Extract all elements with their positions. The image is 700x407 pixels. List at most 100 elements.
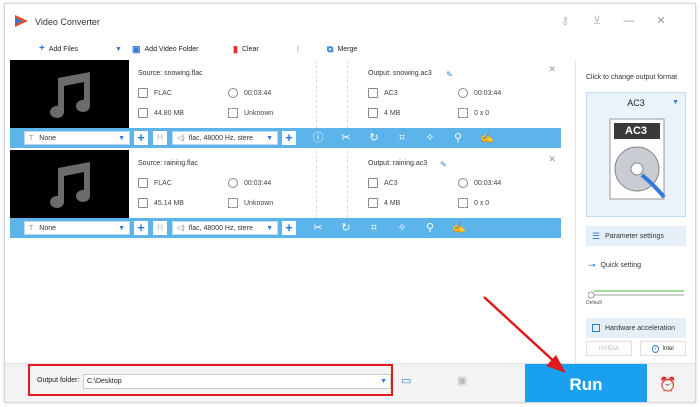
- output-resolution-value: 0 x 0: [474, 109, 490, 117]
- key-icon[interactable]: ⚷: [559, 15, 571, 27]
- add-subtitle-button[interactable]: +: [134, 131, 148, 145]
- edit-name-icon[interactable]: ✎: [446, 70, 455, 79]
- convert-divider: [347, 60, 348, 128]
- app-title: Video Converter: [35, 17, 100, 27]
- add-files-button[interactable]: + Add Files: [39, 43, 78, 55]
- chevron-down-icon: ▼: [672, 99, 679, 106]
- app-logo-icon: [15, 15, 28, 27]
- output-name: Output: raining.ac3: [368, 160, 428, 167]
- audio-track-select[interactable]: ◁) flac, 48000 Hz, stere ▼: [172, 221, 278, 235]
- hardware-acceleration-toggle[interactable]: Hardware acceleration: [586, 318, 686, 338]
- intel-label: Intel: [662, 345, 674, 352]
- alarm-clock-icon[interactable]: ⏰: [659, 376, 676, 392]
- format-icon: [368, 88, 378, 98]
- parameter-settings-button[interactable]: ☰ Parameter settings: [586, 226, 686, 246]
- nvidia-option[interactable]: NVIDIA: [586, 341, 632, 356]
- output-format-name: AC3: [627, 98, 645, 108]
- source-duration: 00:03:44: [228, 178, 271, 188]
- chevron-down-icon: ▼: [266, 135, 273, 142]
- cut-icon[interactable]: ✂: [340, 132, 352, 144]
- edit-name-icon[interactable]: ✎: [440, 160, 449, 169]
- output-settings-panel: Click to change output format AC3 ▼ AC3 …: [575, 60, 695, 363]
- source-duration-value: 00:03:44: [244, 179, 272, 187]
- hardware-acceleration-label: Hardware acceleration: [605, 324, 676, 332]
- add-video-folder-button[interactable]: ▣ Add Video Folder: [132, 43, 198, 55]
- chevron-down-icon: ▼: [266, 225, 273, 232]
- change-format-label: Click to change output format: [586, 74, 678, 81]
- output-format-value: AC3: [384, 89, 398, 97]
- crop-icon[interactable]: ⌗: [396, 132, 408, 144]
- file-list: Source: snowing.flac FLAC 00:03:44 44.80…: [10, 60, 561, 363]
- sliders-icon: ☰: [592, 230, 601, 241]
- run-button[interactable]: Run: [525, 364, 647, 402]
- music-note-icon: [50, 162, 90, 208]
- minimize-button[interactable]: —: [623, 15, 635, 27]
- merge-icon: ⧉: [327, 44, 334, 54]
- watermark-icon[interactable]: ⚲: [452, 132, 464, 144]
- watermark-icon[interactable]: ⚲: [424, 222, 436, 234]
- subtitle-select[interactable]: T None ▼: [24, 221, 130, 235]
- source-resolution: Unknown: [228, 108, 273, 118]
- crop-icon[interactable]: ⌗: [368, 222, 380, 234]
- thumbnail: [10, 150, 129, 218]
- output-duration-value: 00:03:44: [474, 89, 502, 97]
- item-control-bar: T None ▼ + H ◁) flac, 48000 Hz, stere ▼ + ✂ …: [10, 218, 561, 238]
- output-duration: 00:03:44: [458, 178, 501, 188]
- run-label: Run: [569, 374, 603, 394]
- subtitle-edit-icon[interactable]: ✍: [452, 222, 466, 234]
- toolbar-divider: |: [297, 45, 299, 53]
- browse-folder-icon[interactable]: ▭: [401, 376, 415, 387]
- subtitle-value: None: [39, 224, 57, 232]
- file-size-icon: [138, 198, 148, 208]
- file-item[interactable]: Source: snowing.flac FLAC 00:03:44 44.80…: [10, 60, 561, 148]
- subtitle-hardsub-icon[interactable]: H: [153, 221, 167, 235]
- convert-divider: [316, 60, 317, 128]
- subtitle-select[interactable]: T None ▼: [24, 131, 130, 145]
- merge-label: Merge: [337, 45, 358, 53]
- info-icon[interactable]: ⓘ: [312, 132, 324, 144]
- source-format-value: FLAC: [154, 179, 172, 187]
- cart-icon[interactable]: ⊻: [591, 15, 603, 27]
- cut-icon[interactable]: ✂: [312, 222, 324, 234]
- subtitle-hardsub-icon[interactable]: H: [153, 131, 167, 145]
- output-format-selector[interactable]: AC3 ▼ AC3: [586, 92, 686, 217]
- rotate-icon[interactable]: ↻: [340, 222, 352, 234]
- file-item[interactable]: Source: raining.flac FLAC 00:03:44 45.14…: [10, 150, 561, 238]
- remove-item-icon[interactable]: ✕: [548, 154, 556, 165]
- subtitle-edit-icon[interactable]: ✍: [480, 132, 494, 144]
- intel-option[interactable]: i Intel: [640, 341, 686, 356]
- audio-track-select[interactable]: ◁) flac, 48000 Hz, stere ▼: [172, 131, 278, 145]
- add-audio-button[interactable]: +: [282, 221, 296, 235]
- merge-button[interactable]: ⧉ Merge: [327, 43, 357, 55]
- add-subtitle-button[interactable]: +: [134, 221, 148, 235]
- annotation-highlight-box: [28, 364, 393, 396]
- app-window: Video Converter ⚷ ⊻ — ✕ + Add Files ▼ ▣ …: [4, 3, 696, 403]
- add-files-dropdown-icon[interactable]: ▼: [115, 43, 122, 55]
- source-resolution-value: Unknown: [244, 109, 274, 117]
- open-folder-icon[interactable]: ▣: [457, 376, 471, 387]
- speaker-icon: ◁): [177, 135, 185, 142]
- title-bar: Video Converter ⚷ ⊻ — ✕: [5, 4, 695, 38]
- effects-icon[interactable]: ✧: [396, 222, 408, 234]
- resolution-icon: [228, 198, 238, 208]
- output-duration: 00:03:44: [458, 88, 501, 98]
- plus-icon: +: [39, 43, 45, 54]
- remove-item-icon[interactable]: ✕: [548, 64, 556, 75]
- speaker-icon: ◁): [177, 225, 185, 232]
- convert-divider: [316, 150, 317, 218]
- audio-track-value: flac, 48000 Hz, stere: [188, 224, 253, 232]
- output-resolution: 0 x 0: [458, 198, 489, 208]
- close-window-button[interactable]: ✕: [655, 15, 667, 27]
- add-audio-button[interactable]: +: [282, 131, 296, 145]
- music-note-icon: [50, 72, 90, 118]
- output-resolution: 0 x 0: [458, 108, 489, 118]
- text-icon: T: [29, 134, 34, 142]
- effects-icon[interactable]: ✧: [424, 132, 436, 144]
- main-toolbar: + Add Files ▼ ▣ Add Video Folder ▮ Clear…: [5, 38, 566, 60]
- clock-icon: [458, 178, 468, 188]
- quality-slider[interactable]: [588, 290, 686, 300]
- clear-button[interactable]: ▮ Clear: [233, 43, 259, 55]
- rotate-icon[interactable]: ↻: [368, 132, 380, 144]
- checkbox-icon: [592, 324, 600, 332]
- convert-divider: [347, 150, 348, 218]
